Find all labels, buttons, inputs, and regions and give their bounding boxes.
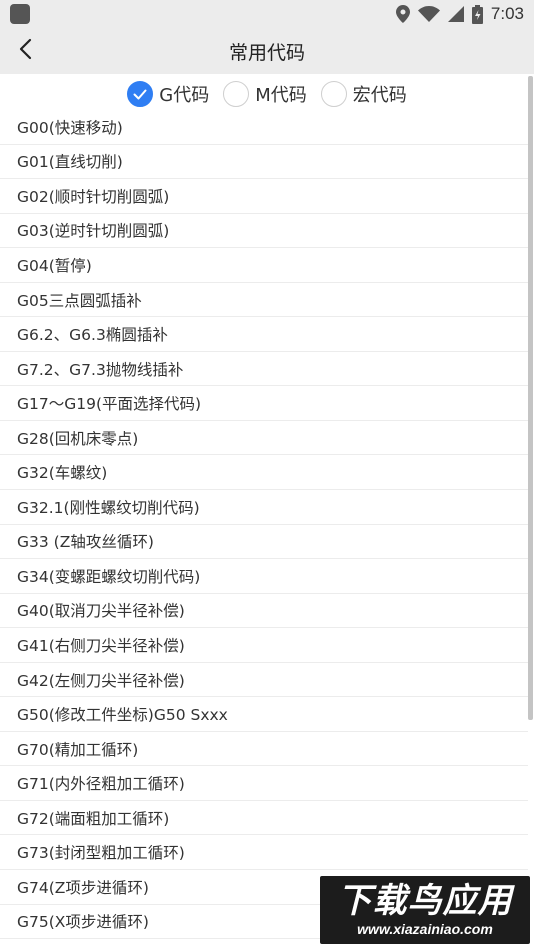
watermark-title: 下载鸟应用 <box>337 881 513 921</box>
tab-label: M代码 <box>255 85 307 106</box>
code-type-selector: G代码 M代码 宏代码 <box>0 76 534 112</box>
tab-g-code[interactable]: G代码 <box>127 81 209 107</box>
page-title: 常用代码 <box>228 41 305 64</box>
list-item[interactable]: G03(逆时针切削圆弧) <box>0 214 528 249</box>
location-icon <box>395 5 410 23</box>
list-item[interactable]: G72(端面粗加工循环) <box>0 801 528 836</box>
list-item[interactable]: G6.2、G6.3椭圆插补 <box>0 317 528 352</box>
signal-icon <box>447 6 464 22</box>
list-item[interactable]: G50(修改工件坐标)G50 Sxxx <box>0 697 528 732</box>
list-item[interactable]: G34(变螺距螺纹切削代码) <box>0 559 528 594</box>
list-item[interactable]: G00(快速移动) <box>0 110 528 145</box>
list-item[interactable]: G32.1(刚性螺纹切削代码) <box>0 490 528 525</box>
radio-unchecked-icon[interactable] <box>223 81 250 107</box>
status-bar: 7:03 <box>0 0 534 28</box>
list-item[interactable]: G04(暂停) <box>0 248 528 283</box>
list-item[interactable]: G73(封闭型粗加工循环) <box>0 835 528 871</box>
tab-m-code[interactable]: M代码 <box>223 81 307 107</box>
list-item[interactable]: G42(左侧刀尖半径补偿) <box>0 663 528 698</box>
wifi-icon <box>417 6 440 22</box>
code-list: G00(快速移动) G01(直线切削) G02(顺时针切削圆弧) G03(逆时针… <box>0 110 528 940</box>
list-item[interactable]: G70(精加工循环) <box>0 732 528 767</box>
list-item[interactable]: G71(内外径粗加工循环) <box>0 766 528 801</box>
radio-checked-icon[interactable] <box>127 81 154 107</box>
list-item[interactable]: G01(直线切削) <box>0 145 528 180</box>
back-button[interactable] <box>10 36 40 66</box>
list-item[interactable]: G41(右侧刀尖半径补偿) <box>0 628 528 663</box>
watermark-logo: 下载鸟应用 www.xiazainiao.com <box>320 876 530 944</box>
battery-icon <box>471 4 483 24</box>
tab-macro-code[interactable]: 宏代码 <box>320 81 407 107</box>
list-item[interactable]: G17～G19(平面选择代码) <box>0 386 528 421</box>
watermark-url: www.xiazainiao.com <box>357 921 493 937</box>
radio-unchecked-icon[interactable] <box>320 81 347 107</box>
status-time: 7:03 <box>490 4 524 23</box>
list-item[interactable]: G33 (Z轴攻丝循环) <box>0 525 528 560</box>
list-item[interactable]: G28(回机床零点) <box>0 421 528 456</box>
title-bar: 常用代码 <box>0 28 534 74</box>
back-arrow-icon <box>18 38 32 64</box>
notification-icon <box>10 4 30 24</box>
scrollbar[interactable] <box>528 76 533 720</box>
list-item[interactable]: G05三点圆弧插补 <box>0 283 528 318</box>
list-item[interactable]: G40(取消刀尖半径补偿) <box>0 594 528 629</box>
list-item[interactable]: G7.2、G7.3抛物线插补 <box>0 352 528 387</box>
list-item[interactable]: G32(车螺纹) <box>0 455 528 491</box>
list-item[interactable]: G02(顺时针切削圆弧) <box>0 179 528 214</box>
tab-label: G代码 <box>159 85 210 106</box>
tab-label: 宏代码 <box>352 85 407 106</box>
